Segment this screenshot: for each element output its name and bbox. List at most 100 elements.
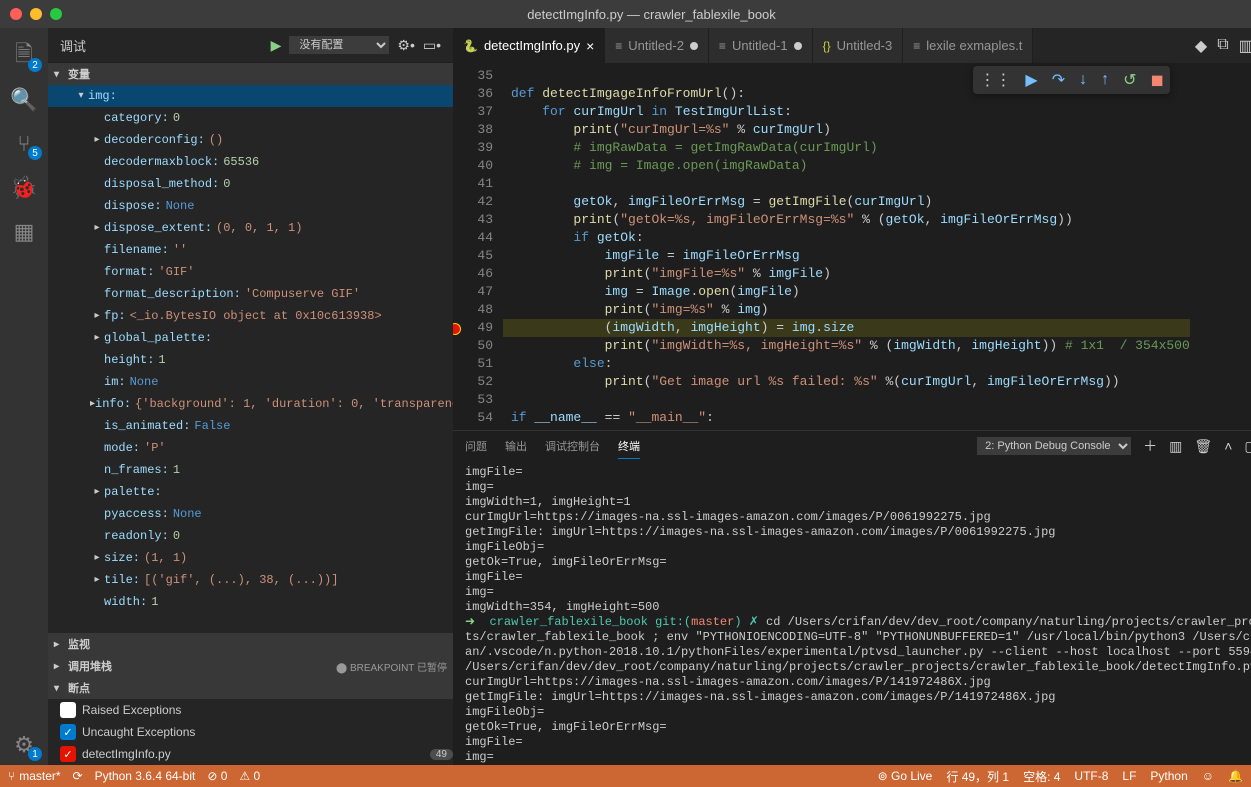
close-window-icon[interactable] (10, 8, 22, 20)
variables-section[interactable]: ▾变量 (48, 63, 453, 85)
panel-tab[interactable]: 输出 (505, 434, 527, 458)
variable-row[interactable]: format_description:'Compuserve GIF' (48, 283, 453, 305)
minimize-window-icon[interactable] (30, 8, 42, 20)
status-feedback[interactable]: ☺ (1202, 768, 1214, 785)
variable-row[interactable]: ▸dispose_extent:(0, 0, 1, 1) (48, 217, 453, 239)
status-position[interactable]: 行 49，列 1 (946, 768, 1009, 785)
variable-row[interactable]: ▸global_palette: (48, 327, 453, 349)
window-title: detectImgInfo.py — crawler_fablexile_boo… (62, 7, 1241, 22)
step-into-icon[interactable]: ↓ (1079, 71, 1087, 89)
kill-terminal-icon[interactable]: 🗑 (1194, 438, 1212, 455)
variable-row[interactable]: filename:'' (48, 239, 453, 261)
variable-row[interactable]: mode:'P' (48, 437, 453, 459)
editor-tab[interactable]: 🐍detectImgInfo.py× (453, 28, 605, 63)
panel-tab[interactable]: 调试控制台 (545, 434, 600, 458)
maximize-window-icon[interactable] (50, 8, 62, 20)
debug-header: 调试 ▶ 没有配置 ⚙• ▭• (48, 28, 453, 63)
breakpoint-row[interactable]: Raised Exceptions (48, 699, 453, 721)
variable-row[interactable]: ▸info:{'background': 1, 'duration': 0, '… (48, 393, 453, 415)
minimap[interactable] (1190, 63, 1251, 430)
chevron-up-icon[interactable]: ˄ (1224, 438, 1232, 454)
layout-icon[interactable]: ▥ (1239, 36, 1251, 56)
editor-tabs: 🐍detectImgInfo.py×≡Untitled-2≡Untitled-1… (453, 28, 1251, 63)
line-gutter: 3536373839404142434445464748495051525354 (453, 63, 503, 430)
variable-row[interactable]: n_frames:1 (48, 459, 453, 481)
status-eol[interactable]: LF (1122, 768, 1136, 785)
variable-row[interactable]: height:1 (48, 349, 453, 371)
new-terminal-icon[interactable]: ＋ (1143, 436, 1157, 456)
drag-handle-icon[interactable]: ⋮⋮ (979, 70, 1011, 90)
status-bar: ⑂ master* ⟳ Python 3.6.4 64-bit ⊘ 0 ⚠ 0 … (0, 765, 1251, 787)
variable-row[interactable]: im:None (48, 371, 453, 393)
callstack-section[interactable]: ▸调用堆栈⬤ BREAKPOINT 已暂停 (48, 655, 453, 677)
panel-tab[interactable]: 问题 (465, 434, 487, 458)
start-debug-icon[interactable]: ▶ (271, 37, 282, 54)
continue-icon[interactable]: ▶ (1025, 70, 1037, 90)
editor-area: 🐍detectImgInfo.py×≡Untitled-2≡Untitled-1… (453, 28, 1251, 765)
variable-row[interactable]: ▸palette: (48, 481, 453, 503)
code-editor[interactable]: 3536373839404142434445464748495051525354… (453, 63, 1251, 430)
split-icon[interactable]: ⧉ (1217, 36, 1228, 56)
status-errors[interactable]: ⊘ 0 (207, 769, 227, 783)
variable-row[interactable]: is_animated:False (48, 415, 453, 437)
variable-row[interactable]: width:1 (48, 591, 453, 613)
variable-row[interactable]: ▸decoderconfig:() (48, 129, 453, 151)
debug-config-select[interactable]: 没有配置 (289, 36, 389, 54)
variable-row[interactable]: ▸tile:[('gif', (...), 38, (...))] (48, 569, 453, 591)
debug-tab[interactable]: 🐞 (0, 168, 48, 208)
breakpoint-row[interactable]: ✓Uncaught Exceptions (48, 721, 453, 743)
debug-title: 调试 (60, 36, 263, 55)
debug-toolbar: ⋮⋮ ▶ ↷ ↓ ↑ ↺ ◼ (973, 66, 1169, 94)
compare-icon[interactable]: ◆ (1195, 36, 1207, 56)
status-warnings[interactable]: ⚠ 0 (239, 769, 260, 783)
status-bell[interactable]: 🔔 (1228, 768, 1243, 785)
code-lines[interactable]: def detectImgageInfoFromUrl(): for curIm… (503, 63, 1190, 430)
panel-tab[interactable]: 终端 (618, 434, 640, 459)
variable-row[interactable]: ▸fp:<_io.BytesIO object at 0x10c613938> (48, 305, 453, 327)
gear-icon[interactable]: ⚙• (397, 37, 414, 54)
explorer-tab[interactable]: 🗎2 (0, 36, 48, 76)
variable-row[interactable]: decodermaxblock:65536 (48, 151, 453, 173)
window-controls (10, 8, 62, 20)
settings-tab[interactable]: ⚙1 (0, 725, 48, 765)
debug-sidebar: 调试 ▶ 没有配置 ⚙• ▭• ▾变量 ▾img:category:0▸deco… (48, 28, 453, 765)
editor-tab[interactable]: {}Untitled-3 (813, 28, 904, 63)
panel: 问题输出调试控制台终端2: Python Debug Console＋▥🗑˄▢×… (453, 430, 1251, 765)
step-out-icon[interactable]: ↑ (1101, 71, 1109, 89)
watch-section[interactable]: ▸监视 (48, 633, 453, 655)
terminal-select[interactable]: 2: Python Debug Console (977, 437, 1131, 455)
variable-row[interactable]: ▸size:(1, 1) (48, 547, 453, 569)
variable-row[interactable]: readonly:0 (48, 525, 453, 547)
search-tab[interactable]: 🔍 (0, 80, 48, 120)
variable-row[interactable]: pyaccess:None (48, 503, 453, 525)
status-branch[interactable]: ⑂ master* (8, 769, 61, 783)
activity-bar: 🗎2 🔍 ⑂5 🐞 ▦ ⚙1 (0, 28, 48, 765)
status-python[interactable]: Python 3.6.4 64-bit (95, 769, 196, 783)
editor-tab[interactable]: ≡Untitled-2 (605, 28, 709, 63)
scm-tab[interactable]: ⑂5 (0, 124, 48, 164)
restart-icon[interactable]: ↺ (1123, 70, 1136, 90)
extensions-tab[interactable]: ▦ (0, 212, 48, 252)
breakpoints-list: Raised Exceptions✓Uncaught Exceptions✓de… (48, 699, 453, 765)
variable-row[interactable]: format:'GIF' (48, 261, 453, 283)
status-encoding[interactable]: UTF-8 (1074, 768, 1108, 785)
variable-row[interactable]: ▾img: (48, 85, 453, 107)
debug-console-icon[interactable]: ▭• (423, 37, 441, 54)
editor-tab[interactable]: ≡Untitled-1 (709, 28, 813, 63)
variable-row[interactable]: dispose:None (48, 195, 453, 217)
status-lang[interactable]: Python (1150, 768, 1187, 785)
breakpoints-section[interactable]: ▾断点 (48, 677, 453, 699)
variable-row[interactable]: disposal_method:0 (48, 173, 453, 195)
split-terminal-icon[interactable]: ▥ (1169, 438, 1182, 455)
terminal-output[interactable]: imgFile= img= imgWidth=1, imgHeight=1 cu… (453, 461, 1251, 765)
maximize-panel-icon[interactable]: ▢ (1244, 438, 1251, 455)
breakpoint-row[interactable]: ✓detectImgInfo.py49 (48, 743, 453, 765)
step-over-icon[interactable]: ↷ (1052, 70, 1065, 90)
title-bar: detectImgInfo.py — crawler_fablexile_boo… (0, 0, 1251, 28)
status-golive[interactable]: ⊚ Go Live (878, 768, 933, 785)
stop-icon[interactable]: ◼ (1151, 70, 1164, 90)
editor-tab[interactable]: ≡lexile exmaples.t (903, 28, 1033, 63)
status-sync[interactable]: ⟳ (73, 769, 83, 783)
variable-row[interactable]: category:0 (48, 107, 453, 129)
status-spaces[interactable]: 空格: 4 (1023, 768, 1060, 785)
